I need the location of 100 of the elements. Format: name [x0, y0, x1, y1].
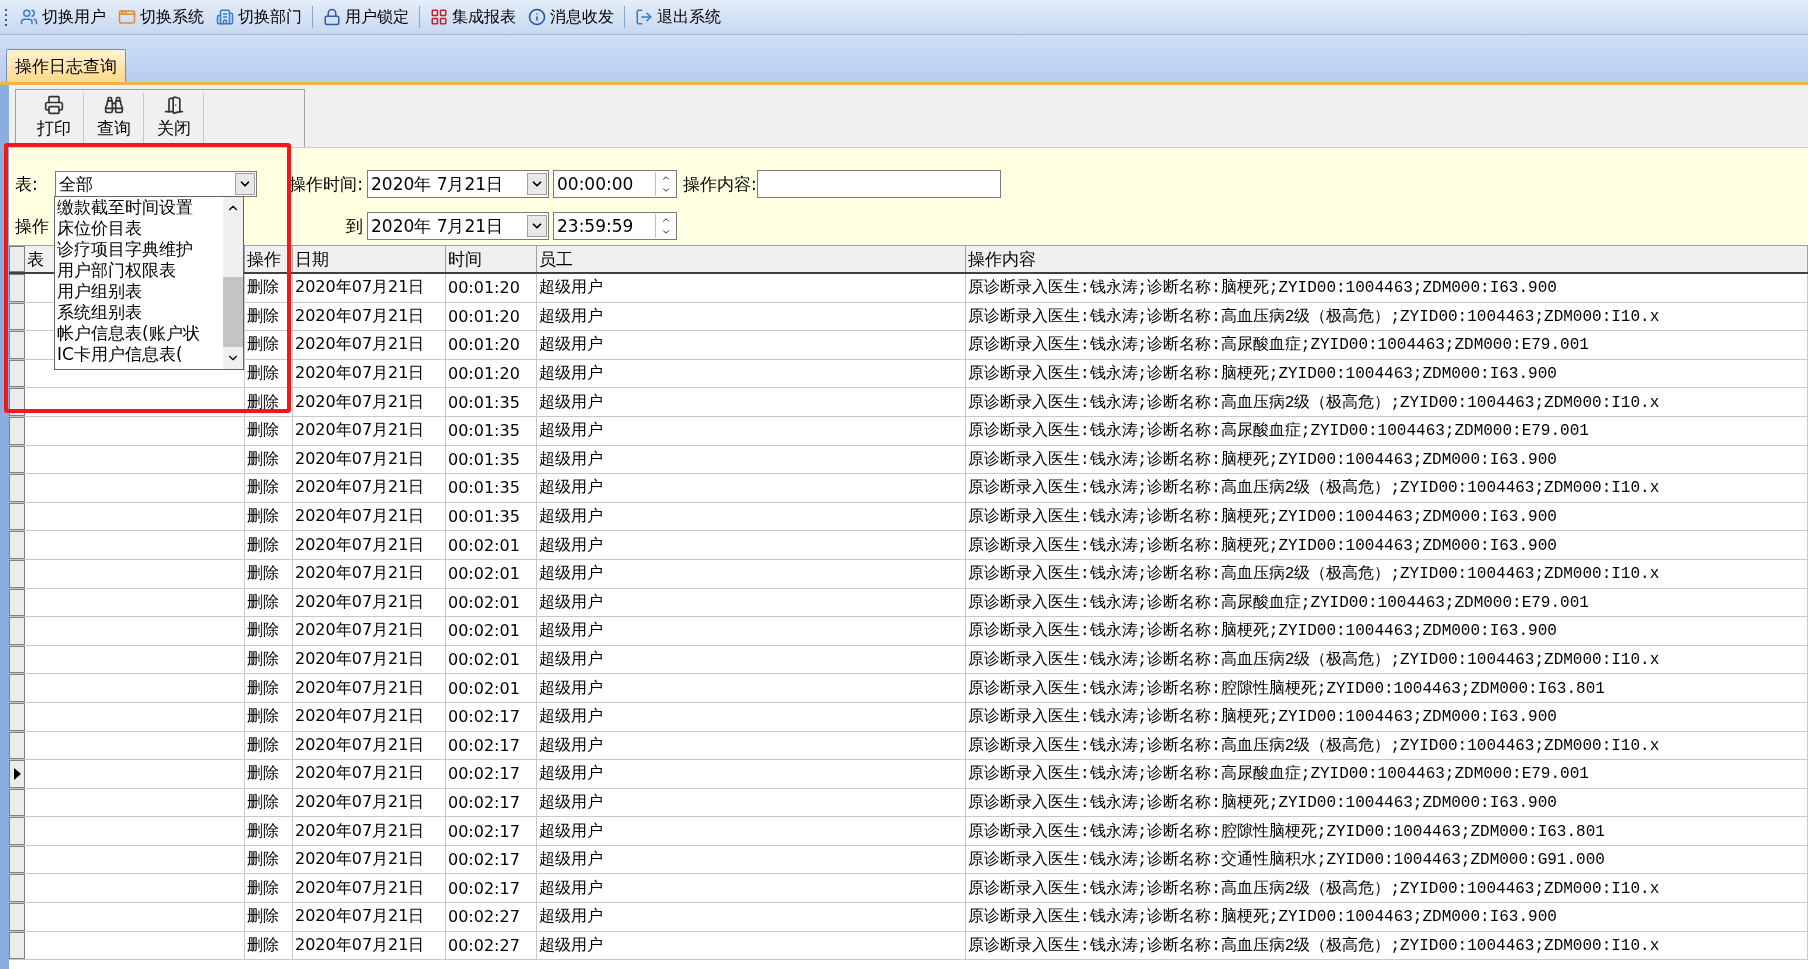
grid-icon — [430, 8, 448, 26]
table-cell: 超级用户 — [537, 388, 966, 416]
menu-item[interactable]: 用户锁定 — [319, 4, 413, 30]
table-cell: 00:02:27 — [446, 903, 537, 931]
table-cell: 00:02:17 — [446, 788, 537, 817]
table-cell: 删除 — [245, 388, 293, 416]
time-field[interactable]: 00:00:00 — [553, 170, 677, 198]
menu-item[interactable]: 切换部门 — [212, 4, 306, 30]
table-cell: 删除 — [245, 645, 293, 674]
table-cell: 00:02:17 — [446, 817, 537, 845]
table-cell: 2020年07月21日 — [293, 559, 446, 588]
table-cell: 原诊断录入医生:钱永涛;诊断名称:脑梗死;ZYID00:1004463;ZDM000:I63.900 — [966, 617, 1808, 645]
column-header[interactable]: 操作内容 — [966, 246, 1808, 272]
table-cell: 2020年07月21日 — [293, 331, 446, 359]
scroll-thumb[interactable] — [223, 277, 243, 347]
dropdown-option[interactable]: 用户部门权限表 — [55, 260, 223, 281]
table-cell: 2020年07月21日 — [293, 674, 446, 702]
table-cell: 删除 — [245, 588, 293, 617]
table-cell: 删除 — [245, 874, 293, 903]
table-cell: 2020年07月21日 — [293, 502, 446, 531]
spin-up-icon — [661, 173, 671, 183]
table-cell: 00:02:01 — [446, 559, 537, 588]
table-cell: 超级用户 — [537, 874, 966, 903]
table-cell: 超级用户 — [537, 645, 966, 674]
menu-item[interactable]: 退出系统 — [631, 4, 725, 30]
table-cell: 删除 — [245, 617, 293, 645]
dropdown-option[interactable]: 缴款截至时间设置 — [55, 197, 223, 218]
field-label: 操作 — [15, 214, 50, 238]
table-cell: 00:02:01 — [446, 588, 537, 617]
dropdown-option[interactable]: 床位价目表 — [55, 218, 223, 239]
table-cell: 2020年07月21日 — [293, 702, 446, 731]
table-cell: 2020年07月21日 — [293, 445, 446, 474]
tab[interactable]: 操作日志查询 — [6, 49, 126, 82]
table-cell: 2020年07月21日 — [293, 617, 446, 645]
table-cell: 2020年07月21日 — [293, 274, 446, 302]
table-cell: 超级用户 — [537, 588, 966, 617]
table-cell: 原诊断录入医生:钱永涛;诊断名称:腔隙性脑梗死;ZYID00:1004463;ZDM000:I63.801 — [966, 817, 1808, 845]
content-input-field[interactable] — [756, 170, 1001, 198]
table-cell: 删除 — [245, 416, 293, 445]
column-header[interactable]: 时间 — [446, 246, 537, 272]
dropdown-option[interactable]: IC卡用户信息表( — [55, 344, 223, 365]
column-header[interactable]: 操作 — [245, 246, 293, 272]
dropdown-option[interactable]: 帐户信息表(账户状 — [55, 323, 223, 344]
field-label: 操作内容: — [683, 172, 757, 196]
table-cell: 删除 — [245, 760, 293, 788]
table-cell: 删除 — [245, 274, 293, 302]
menu-item[interactable]: 集成报表 — [426, 4, 520, 30]
column-header[interactable]: 日期 — [293, 246, 446, 272]
building-icon — [216, 8, 234, 26]
time-field[interactable]: 23:59:59 — [553, 212, 677, 240]
table-cell: 00:02:01 — [446, 617, 537, 645]
date-picker[interactable]: 2020年 7月21日 — [367, 212, 549, 240]
table-cell: 超级用户 — [537, 788, 966, 817]
table-cell: 超级用户 — [537, 559, 966, 588]
table-cell: 超级用户 — [537, 845, 966, 874]
window-icon — [118, 8, 136, 26]
date-picker[interactable]: 2020年 7月21日 — [367, 170, 549, 198]
table-cell: 2020年07月21日 — [293, 760, 446, 788]
table-cell: 原诊断录入医生:钱永涛;诊断名称:高尿酸血症;ZYID00:1004463;ZDM000:E79.001 — [966, 760, 1808, 788]
table-cell: 2020年07月21日 — [293, 474, 446, 502]
door-icon — [163, 95, 184, 115]
table-cell: 2020年07月21日 — [293, 416, 446, 445]
printer-icon — [43, 95, 64, 115]
table-cell: 2020年07月21日 — [293, 588, 446, 617]
spin-down-icon — [661, 227, 671, 237]
table-cell: 删除 — [245, 788, 293, 817]
table-select[interactable]: 全部 — [55, 171, 257, 197]
table-cell: 2020年07月21日 — [293, 845, 446, 874]
logout-icon — [635, 8, 653, 26]
menu-item[interactable]: 切换系统 — [114, 4, 208, 30]
field-label: 到 — [346, 214, 364, 238]
dropdown-option[interactable]: 系统组别表 — [55, 302, 223, 323]
menu-item[interactable]: 切换用户 — [16, 4, 110, 30]
table-cell: 超级用户 — [537, 502, 966, 531]
table-cell: 超级用户 — [537, 731, 966, 760]
table-cell: 原诊断录入医生:钱永涛;诊断名称:脑梗死;ZYID00:1004463;ZDM000:I63.900 — [966, 702, 1808, 731]
column-header[interactable]: 员工 — [537, 246, 966, 272]
table-cell: 删除 — [245, 331, 293, 359]
table-cell: 超级用户 — [537, 274, 966, 302]
table-cell: 2020年07月21日 — [293, 359, 446, 388]
table-cell: 超级用户 — [537, 674, 966, 702]
table-cell: 2020年07月21日 — [293, 874, 446, 903]
current-row-icon — [13, 767, 21, 780]
field-label: 表: — [15, 172, 39, 196]
table-cell: 00:02:17 — [446, 845, 537, 874]
table-cell: 原诊断录入医生:钱永涛;诊断名称:高血压病2级（极高危）;ZYID00:1004463;ZDM000:I10.x — [966, 645, 1808, 674]
menu-item[interactable]: 消息收发 — [524, 4, 618, 30]
table-cell: 00:01:35 — [446, 474, 537, 502]
table-cell: 00:02:01 — [446, 645, 537, 674]
row-indicator[interactable] — [9, 760, 25, 788]
table-cell: 超级用户 — [537, 445, 966, 474]
table-cell: 删除 — [245, 445, 293, 474]
table-cell: 2020年07月21日 — [293, 931, 446, 960]
dropdown-option[interactable]: 用户组别表 — [55, 281, 223, 302]
table-cell: 删除 — [245, 903, 293, 931]
dropdown-option[interactable]: 诊疗项目字典维护 — [55, 239, 223, 260]
scrollbar[interactable] — [223, 197, 243, 369]
table-cell: 超级用户 — [537, 531, 966, 559]
table-cell: 删除 — [245, 302, 293, 331]
table-cell: 原诊断录入医生:钱永涛;诊断名称:高血压病2级（极高危）;ZYID00:1004463;ZDM000:I10.x — [966, 302, 1808, 331]
